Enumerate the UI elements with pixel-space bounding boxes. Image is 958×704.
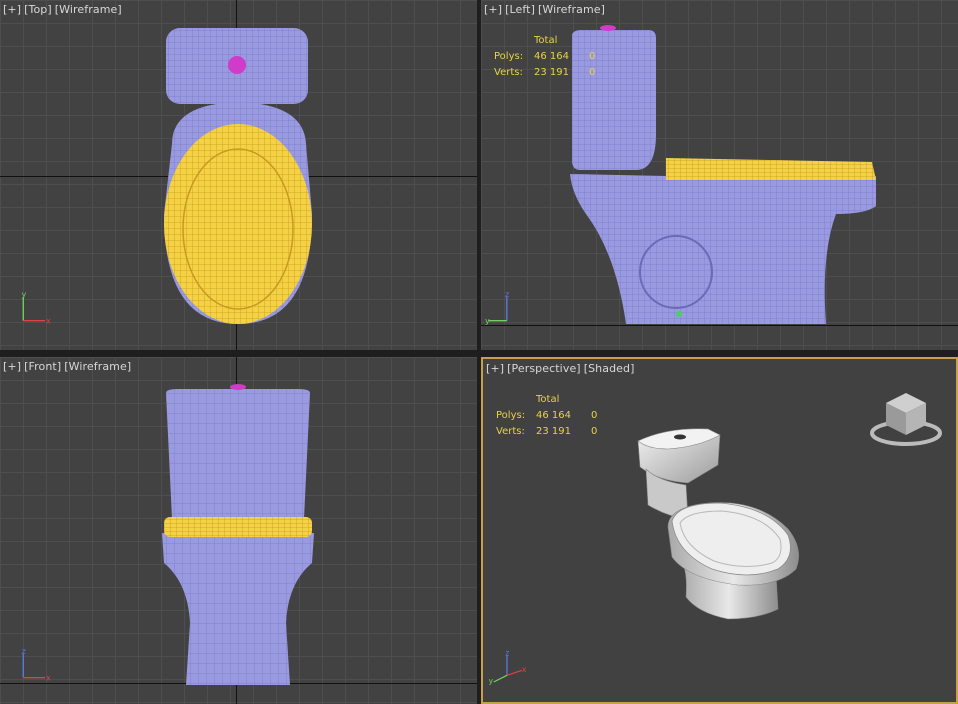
viewport-name[interactable]: [Perspective] (507, 362, 581, 375)
viewport-name[interactable]: [Top] (24, 3, 52, 16)
viewport-left[interactable]: [+] [Left] [Wireframe] Total Polys: 46 164 0… (481, 0, 958, 350)
polys-selected: 0 (591, 410, 598, 421)
toilet-shaded-perspective (637, 428, 799, 620)
polys-selected: 0 (589, 51, 596, 62)
polys-total: 46 164 (534, 51, 569, 62)
verts-label: Verts: (494, 67, 523, 78)
axis-label-y: y (485, 315, 490, 325)
viewport-menu-plus[interactable]: [+] (484, 3, 502, 16)
axis-gizmo: z x (21, 646, 51, 682)
viewport-label-top[interactable]: [+] [Top] [Wireframe] (3, 3, 125, 16)
axis-label-z: z (505, 289, 509, 299)
axis-label-y: y (489, 677, 494, 686)
axis-label-z: z (505, 648, 509, 657)
viewport-top[interactable]: [+] [Top] [Wireframe] y x (0, 0, 477, 350)
polys-label: Polys: (494, 51, 524, 62)
stats-header: Total (536, 394, 560, 405)
axis-label-x: x (46, 672, 51, 682)
axis-gizmo: z y (485, 289, 509, 325)
polys-label: Polys: (496, 410, 526, 421)
viewport-menu-plus[interactable]: [+] (3, 360, 21, 373)
verts-total: 23 191 (536, 426, 571, 437)
toilet-wireframe-left (570, 25, 876, 324)
verts-selected: 0 (589, 67, 596, 78)
viewport-label-front[interactable]: [+] [Front] [Wireframe] (3, 360, 134, 373)
viewcube-icon[interactable] (868, 389, 944, 451)
stats-header: Total (534, 35, 558, 46)
axis-label-y: y (21, 289, 26, 299)
viewport-shading-mode[interactable]: [Wireframe] (538, 3, 605, 16)
viewport-perspective[interactable]: [+] [Perspective] [Shaded] Total Polys: 46 … (481, 357, 958, 704)
toilet-wireframe-front (162, 384, 314, 685)
verts-label: Verts: (496, 426, 525, 437)
viewport-label-left[interactable]: [+] [Left] [Wireframe] (484, 3, 608, 16)
viewport-shading-mode[interactable]: [Shaded] (584, 362, 635, 375)
verts-total: 23 191 (534, 67, 569, 78)
axis-label-x: x (522, 665, 527, 674)
axis-label-z: z (21, 646, 25, 656)
axis-gizmo: z x y (489, 648, 527, 686)
verts-selected: 0 (591, 426, 598, 437)
viewport-shading-mode[interactable]: [Wireframe] (55, 3, 122, 16)
polys-total: 46 164 (536, 410, 571, 421)
viewport-label-perspective[interactable]: [+] [Perspective] [Shaded] (486, 362, 638, 375)
viewport-menu-plus[interactable]: [+] (3, 3, 21, 16)
toilet-wireframe-top (164, 28, 312, 324)
viewport-name[interactable]: [Front] (24, 360, 61, 373)
axis-gizmo: y x (21, 289, 51, 325)
axis-label-x: x (46, 315, 51, 325)
statistics-overlay: Total Polys: 46 164 0 Verts: 23 191 0 (494, 33, 609, 81)
viewport-front[interactable]: [+] [Front] [Wireframe] z x (0, 357, 477, 704)
viewport-shading-mode[interactable]: [Wireframe] (64, 360, 131, 373)
viewport-name[interactable]: [Left] (505, 3, 535, 16)
viewport-menu-plus[interactable]: [+] (486, 362, 504, 375)
statistics-overlay: Total Polys: 46 164 0 Verts: 23 191 0 (496, 392, 611, 440)
